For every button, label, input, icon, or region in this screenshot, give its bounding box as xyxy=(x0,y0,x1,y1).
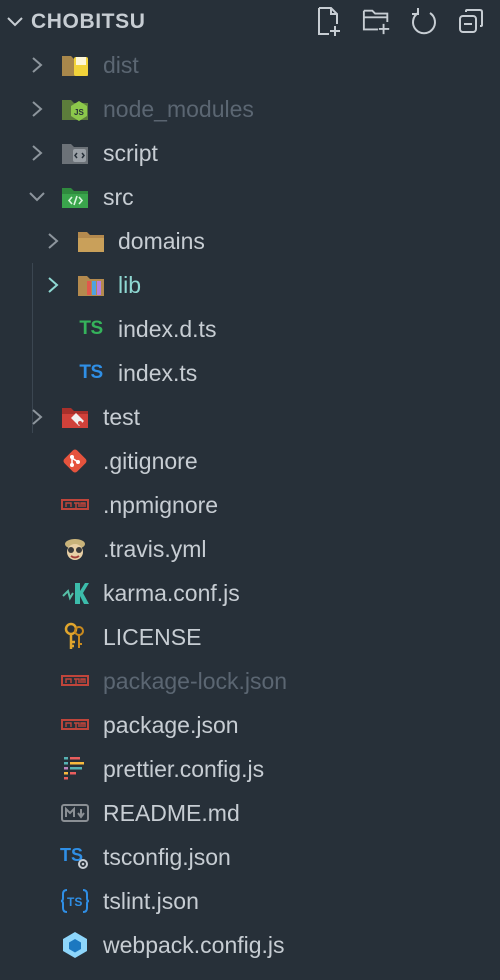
tree-item-tslint[interactable]: TS tslint.json xyxy=(0,879,500,923)
tree-item-karma[interactable]: karma.conf.js xyxy=(0,571,500,615)
explorer-header: CHOBITSU xyxy=(0,0,500,44)
folder-test-icon xyxy=(60,403,90,431)
folder-node-icon: JS xyxy=(60,95,90,123)
tree-item-label: webpack.config.js xyxy=(103,932,285,958)
folder-dist-icon xyxy=(60,51,90,79)
npm-icon xyxy=(60,491,90,519)
collapse-all-icon[interactable] xyxy=(456,6,486,36)
chevron-right-icon[interactable] xyxy=(46,232,60,250)
svg-text:JS: JS xyxy=(74,108,84,117)
tree-item-label: package-lock.json xyxy=(103,668,288,694)
tree-item-index-d-ts[interactable]: TS index.d.ts xyxy=(0,307,500,351)
tree-item-label: .gitignore xyxy=(103,448,198,474)
tree-item-gitignore[interactable]: .gitignore xyxy=(0,439,500,483)
tslint-icon: TS xyxy=(60,887,90,915)
tree-item-label: karma.conf.js xyxy=(103,580,240,606)
tree-item-label: README.md xyxy=(103,800,240,826)
file-tree: dist JS node_modules script src domains xyxy=(0,43,500,967)
tree-item-index-ts[interactable]: TS index.ts xyxy=(0,351,500,395)
npm-icon xyxy=(60,711,90,739)
tree-item-license[interactable]: LICENSE xyxy=(0,615,500,659)
tree-item-label: lib xyxy=(118,272,142,298)
tree-item-script[interactable]: script xyxy=(0,131,500,175)
chevron-right-icon[interactable] xyxy=(30,144,44,162)
tree-item-label: script xyxy=(103,140,158,166)
tree-item-label: package.json xyxy=(103,712,239,738)
tsconfig-icon: TS xyxy=(60,843,90,871)
folder-src-icon xyxy=(60,183,90,211)
markdown-icon xyxy=(60,799,90,827)
tree-item-dist[interactable]: dist xyxy=(0,43,500,87)
folder-lib-icon xyxy=(76,271,106,299)
folder-script-icon xyxy=(60,139,90,167)
tree-item-prettier[interactable]: prettier.config.js xyxy=(0,747,500,791)
tree-item-npmignore[interactable]: .npmignore xyxy=(0,483,500,527)
tree-item-label: .npmignore xyxy=(103,492,219,518)
chevron-down-icon[interactable] xyxy=(6,15,24,29)
tree-item-label: index.d.ts xyxy=(118,316,217,342)
npm-icon xyxy=(60,667,90,695)
tree-item-label: prettier.config.js xyxy=(103,756,265,782)
tree-item-label: test xyxy=(103,404,141,430)
tree-item-tsconfig[interactable]: TS tsconfig.json xyxy=(0,835,500,879)
chevron-right-icon[interactable] xyxy=(46,276,60,294)
tree-item-label: index.ts xyxy=(118,360,198,386)
chevron-right-icon[interactable] xyxy=(30,56,44,74)
tree-item-label: dist xyxy=(103,52,139,78)
tree-item-label: LICENSE xyxy=(103,624,202,650)
tree-item-node-modules[interactable]: JS node_modules xyxy=(0,87,500,131)
typescript-def-icon: TS xyxy=(79,318,103,339)
tree-item-package-lock[interactable]: package-lock.json xyxy=(0,659,500,703)
tree-item-label: src xyxy=(103,184,134,210)
new-folder-icon[interactable] xyxy=(362,6,392,36)
tree-item-webpack[interactable]: webpack.config.js xyxy=(0,923,500,967)
travis-icon xyxy=(60,535,90,563)
refresh-icon[interactable] xyxy=(409,6,439,36)
prettier-icon xyxy=(60,755,90,783)
typescript-icon: TS xyxy=(79,362,103,383)
git-icon xyxy=(60,447,90,475)
folder-icon xyxy=(76,227,106,255)
tree-item-label: .travis.yml xyxy=(103,536,207,562)
chevron-down-icon[interactable] xyxy=(28,188,46,206)
explorer-title[interactable]: CHOBITSU xyxy=(31,10,145,34)
tree-item-label: domains xyxy=(118,228,205,254)
chevron-right-icon[interactable] xyxy=(30,408,44,426)
tree-item-domains[interactable]: domains xyxy=(0,219,500,263)
tree-item-src[interactable]: src xyxy=(0,175,500,219)
tree-item-lib[interactable]: lib xyxy=(0,263,500,307)
tree-item-readme[interactable]: README.md xyxy=(0,791,500,835)
tree-item-test[interactable]: test xyxy=(0,395,500,439)
tree-item-label: node_modules xyxy=(103,96,254,122)
chevron-right-icon[interactable] xyxy=(30,100,44,118)
tree-item-package-json[interactable]: package.json xyxy=(0,703,500,747)
tree-item-label: tsconfig.json xyxy=(103,844,231,870)
new-file-icon[interactable] xyxy=(315,6,345,36)
webpack-icon xyxy=(60,931,90,959)
tree-item-label: tslint.json xyxy=(103,888,199,914)
svg-text:TS: TS xyxy=(67,895,82,909)
tree-item-travis[interactable]: .travis.yml xyxy=(0,527,500,571)
license-key-icon xyxy=(60,622,90,651)
karma-icon xyxy=(60,579,90,607)
